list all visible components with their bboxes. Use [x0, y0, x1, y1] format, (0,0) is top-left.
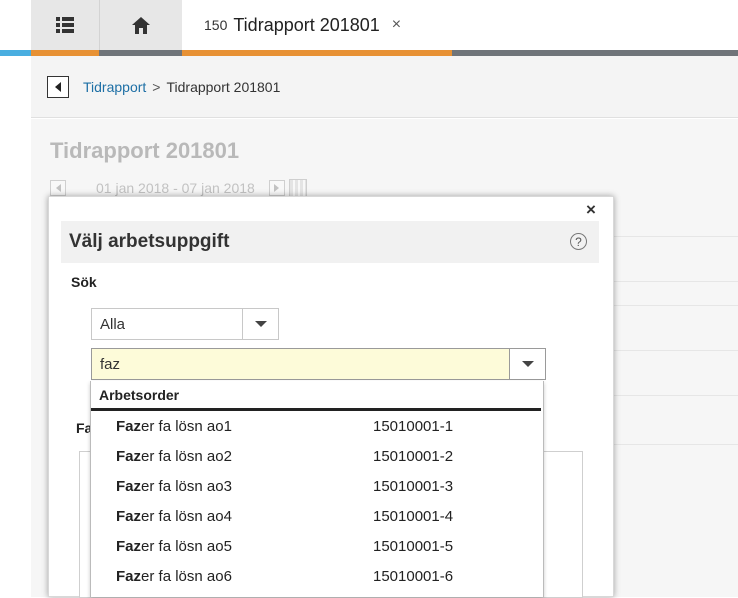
chevron-down-icon [254, 321, 267, 327]
background-row-divider [612, 281, 738, 282]
date-navigator: 01 jan 2018 - 07 jan 2018 [50, 178, 307, 198]
option-name: Fazer fa lösn ao4 [91, 508, 373, 525]
background-row-divider [612, 444, 738, 445]
option-match-highlight: Faz [116, 477, 142, 495]
chevron-left-icon [55, 184, 61, 192]
category-select[interactable]: Alla [91, 308, 279, 340]
tab-menu[interactable] [31, 0, 99, 56]
close-icon[interactable]: × [586, 200, 596, 220]
background-row-divider [612, 236, 738, 237]
tab-tidrapport[interactable]: 150 Tidrapport 201801 × [182, 0, 452, 56]
option-match-highlight: Faz [116, 507, 142, 525]
option-code: 15010001-3 [373, 477, 454, 495]
dropdown-option[interactable]: Fazer fa lösn ao4 15010001-4 [91, 501, 543, 531]
breadcrumb-current: Tidrapport 201801 [166, 78, 281, 95]
back-arrow-icon [55, 81, 61, 92]
breadcrumb-link-tidrapport[interactable]: Tidrapport [83, 79, 146, 95]
search-label: Sök [71, 274, 97, 290]
option-name-rest: er fa lösn ao6 [141, 567, 232, 585]
dropdown-option[interactable]: Fazer fa lösn ao6 15010001-6 [91, 561, 543, 591]
page-title: Tidrapport 201801 [50, 138, 240, 163]
breadcrumb-separator: > [152, 78, 161, 95]
prev-week-button[interactable] [50, 180, 66, 196]
option-name: Fazer fa lösn ao5 [91, 538, 373, 555]
dropdown-option[interactable]: Fazer fa lösn ao1 15010001-1 [91, 411, 543, 441]
tab-home[interactable] [99, 0, 182, 56]
option-match-highlight: Faz [116, 447, 142, 465]
back-button[interactable] [47, 75, 69, 98]
dropdown-option[interactable]: Fazer fa lösn ao2 15010001-2 [91, 441, 543, 471]
option-match-highlight: Faz [116, 567, 142, 585]
search-results-dropdown: Arbetsorder Fazer fa lösn ao1 15010001-1 F… [90, 381, 544, 597]
option-name: Fazer fa lösn ao2 [91, 448, 373, 465]
dropdown-option[interactable]: Fazer fa lösn ao3 15010001-3 [91, 471, 543, 501]
option-name: Fazer fa lösn ao3 [91, 478, 373, 495]
breadcrumb: Tidrapport > Tidrapport 201801 [31, 56, 738, 118]
tab-title: Tidrapport 201801 [233, 14, 380, 35]
search-input[interactable] [92, 349, 509, 379]
option-code: 15010001-5 [373, 537, 454, 555]
chevron-right-icon [274, 184, 280, 192]
option-match-highlight: Faz [116, 417, 142, 435]
home-icon [132, 16, 150, 34]
chevron-down-icon [521, 361, 534, 367]
calendar-icon[interactable] [288, 179, 307, 197]
next-week-button[interactable] [268, 180, 285, 196]
option-code: 15010001-6 [373, 567, 454, 585]
option-match-highlight: Faz [116, 537, 142, 555]
list-menu-icon [56, 17, 74, 33]
date-range: 01 jan 2018 - 07 jan 2018 [96, 180, 255, 196]
dialog-header: Välj arbetsuppgift ? [61, 221, 599, 263]
tab-bar: 150 Tidrapport 201801 × [0, 0, 738, 56]
category-select-value: Alla [100, 315, 126, 333]
search-combobox[interactable] [91, 348, 546, 380]
background-row-divider [612, 305, 738, 306]
option-name-rest: er fa lösn ao2 [141, 447, 232, 465]
option-name-rest: er fa lösn ao1 [141, 417, 232, 435]
category-select-toggle[interactable] [242, 309, 278, 339]
option-code: 15010001-1 [373, 417, 454, 435]
tab-left-accent [0, 50, 31, 56]
option-name: Fazer fa lösn ao1 [91, 418, 373, 435]
option-name-rest: er fa lösn ao3 [141, 477, 232, 495]
option-name: Fazer fa lösn ao6 [91, 568, 373, 585]
dropdown-option[interactable]: Fazer fa lösn ao5 15010001-5 [91, 531, 543, 561]
option-name-rest: er fa lösn ao4 [141, 507, 232, 525]
option-code: 15010001-2 [373, 447, 454, 465]
help-icon[interactable]: ? [570, 233, 587, 250]
tab-count: 150 [204, 17, 228, 33]
background-row-divider [612, 395, 738, 396]
background-row-divider [612, 350, 738, 351]
option-name-rest: er fa lösn ao5 [141, 537, 232, 555]
dialog-title: Välj arbetsuppgift [69, 231, 230, 252]
search-combobox-toggle[interactable] [509, 349, 545, 379]
tab-close-icon[interactable]: × [392, 16, 401, 34]
option-code: 15010001-4 [373, 507, 454, 525]
dropdown-group-header: Arbetsorder [91, 381, 541, 411]
